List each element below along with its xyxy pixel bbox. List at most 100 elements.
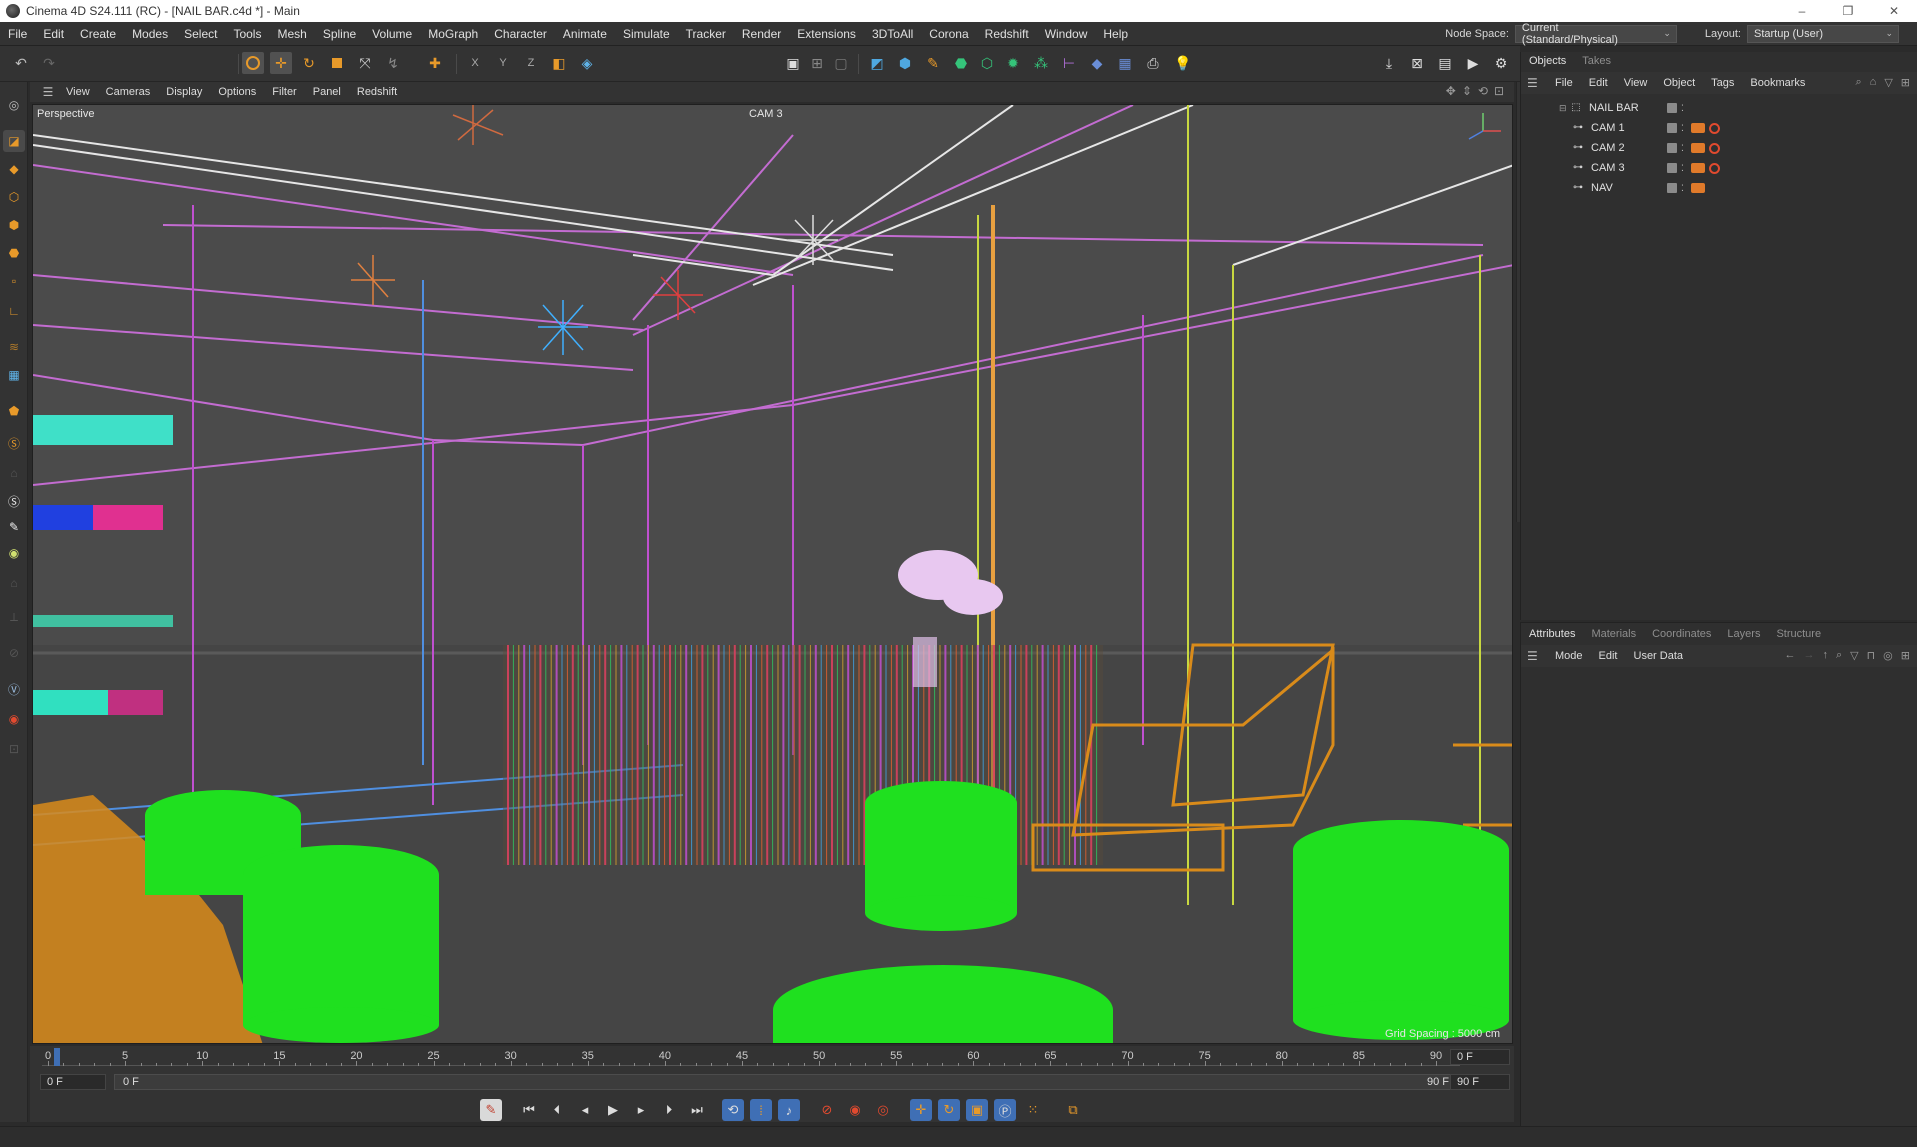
autokey-icon[interactable]: ◉ — [844, 1099, 866, 1121]
plugin-muted2-icon[interactable]: ⊘ — [3, 642, 25, 664]
sound-icon[interactable]: ♪ — [778, 1099, 800, 1121]
target-icon[interactable]: ◎ — [1883, 649, 1893, 662]
render-active-view-icon[interactable]: ▤ — [1434, 52, 1456, 74]
objects-menu-file[interactable]: File — [1547, 77, 1581, 89]
visibility-checkbox[interactable] — [1667, 163, 1677, 173]
viewport-menu-panel[interactable]: Panel — [305, 86, 349, 98]
keyframe-mode-icon[interactable]: ✎ — [480, 1099, 502, 1121]
filter-icon[interactable]: ▽ — [1884, 76, 1892, 89]
snap-icon[interactable]: ◈ — [576, 52, 598, 74]
plugin-s-icon[interactable]: Ⓢ — [3, 490, 25, 512]
cube-primitive-icon[interactable]: ⬢ — [894, 52, 916, 74]
mograph-effector-icon[interactable]: ⁂ — [1030, 52, 1052, 74]
spline-tool-icon[interactable]: ↯ — [382, 52, 404, 74]
edit-render-settings-icon[interactable]: ⚙ — [1490, 52, 1512, 74]
protection-tag-icon[interactable] — [1709, 162, 1720, 174]
menu-simulate[interactable]: Simulate — [615, 27, 678, 41]
search-icon[interactable]: ⌕ — [1836, 649, 1842, 662]
object-row-cam-1[interactable]: ⊶ CAM 1 ⁚ — [1571, 118, 1917, 138]
tab-coordinates[interactable]: Coordinates — [1644, 625, 1719, 643]
record-active-icon[interactable]: ⊘ — [816, 1099, 838, 1121]
coordinate-system-icon[interactable]: ◧ — [548, 52, 570, 74]
select-tool-icon[interactable] — [242, 52, 264, 74]
pla-key-icon[interactable]: ⁙ — [1022, 1099, 1044, 1121]
visibility-checkbox[interactable] — [1667, 103, 1677, 113]
sculpt-icon[interactable]: ⬟ — [3, 400, 25, 422]
menu-extensions[interactable]: Extensions — [789, 27, 864, 41]
tab-objects[interactable]: Objects — [1521, 52, 1574, 70]
lock-icon[interactable]: ⌂ — [3, 462, 25, 484]
texture-mode-icon[interactable]: ◆ — [3, 158, 25, 180]
menu-create[interactable]: Create — [72, 27, 124, 41]
menu-corona[interactable]: Corona — [921, 27, 976, 41]
go-to-start-icon[interactable]: ⏮ — [518, 1099, 540, 1121]
menu-mograph[interactable]: MoGraph — [420, 27, 486, 41]
attributes-menu-edit[interactable]: Edit — [1591, 650, 1626, 662]
new-window-icon[interactable]: ⊞ — [1901, 649, 1910, 662]
forward-arrow-icon[interactable]: → — [1803, 649, 1814, 662]
next-frame-icon[interactable]: ▸ — [630, 1099, 652, 1121]
next-key-icon[interactable]: ⏵ — [658, 1099, 680, 1121]
y-axis-icon[interactable]: Y — [492, 52, 514, 74]
new-window-icon[interactable]: ⊞ — [1901, 76, 1910, 89]
cube-object-icon[interactable]: ◩ — [866, 52, 888, 74]
make-editable-icon[interactable]: ◎ — [3, 94, 25, 116]
menu-edit[interactable]: Edit — [35, 27, 72, 41]
grid-toggle-icon[interactable]: ▦ — [3, 364, 25, 386]
previous-frame-icon[interactable]: ◂ — [574, 1099, 596, 1121]
viewport-menu-filter[interactable]: Filter — [264, 86, 304, 98]
menu-spline[interactable]: Spline — [315, 27, 364, 41]
timeline-playhead[interactable] — [54, 1048, 60, 1066]
extrude-icon[interactable]: ⬡ — [976, 52, 998, 74]
timeline-ruler[interactable]: 0 5 10 15 20 25 30 35 40 45 50 55 60 65 70 75 80 85 90 — [42, 1048, 1460, 1066]
pan-icon[interactable]: ✥ — [1446, 84, 1456, 98]
polygons-mode-icon[interactable]: ⬣ — [3, 242, 25, 264]
tab-materials[interactable]: Materials — [1583, 625, 1644, 643]
timeline-window-icon[interactable]: ⧉ — [1062, 1099, 1084, 1121]
play-icon[interactable]: ▶ — [602, 1099, 624, 1121]
render-dots[interactable]: ⁚ — [1681, 103, 1687, 113]
tab-takes[interactable]: Takes — [1574, 52, 1619, 70]
transform-tool-icon[interactable]: ⤧ — [354, 52, 376, 74]
camera-tag-icon[interactable] — [1691, 123, 1705, 133]
viewport-menu-display[interactable]: Display — [158, 86, 210, 98]
objects-menu-edit[interactable]: Edit — [1581, 77, 1616, 89]
plugin-last-icon[interactable]: ⊡ — [3, 738, 25, 760]
objects-menu-bookmarks[interactable]: Bookmarks — [1742, 77, 1813, 89]
brush-icon[interactable]: ✎ — [3, 516, 25, 538]
tab-layers[interactable]: Layers — [1719, 625, 1768, 643]
vray-icon[interactable]: Ⓥ — [3, 678, 25, 700]
layout-dropdown[interactable]: Startup (User) ⌄ — [1747, 25, 1899, 43]
render-dots[interactable]: ⁚ — [1681, 183, 1687, 193]
render-settings-icon[interactable]: ▢ — [830, 52, 852, 74]
back-arrow-icon[interactable]: ← — [1784, 649, 1795, 662]
up-arrow-icon[interactable]: ↑ — [1822, 649, 1828, 662]
floor-icon[interactable]: ▦ — [1114, 52, 1136, 74]
end-frame-top-field[interactable]: 0 F — [1450, 1049, 1510, 1065]
workplane-icon[interactable]: ∟ — [3, 300, 25, 322]
previous-key-icon[interactable]: ⏴ — [546, 1099, 568, 1121]
camera-tag-icon[interactable] — [1691, 183, 1705, 193]
visibility-checkbox[interactable] — [1667, 123, 1677, 133]
menu-3dtoall[interactable]: 3DToAll — [864, 27, 921, 41]
render-dots[interactable]: ⁚ — [1681, 163, 1687, 173]
go-to-end-icon[interactable]: ⏭ — [686, 1099, 708, 1121]
menu-file[interactable]: File — [0, 27, 35, 41]
close-button[interactable]: ✕ — [1871, 0, 1917, 22]
picture-viewer-icon[interactable]: ⊠ — [1406, 52, 1428, 74]
menu-mesh[interactable]: Mesh — [269, 27, 314, 41]
hamburger-icon[interactable]: ☰ — [1527, 76, 1547, 90]
hamburger-icon[interactable]: ☰ — [1527, 649, 1547, 663]
viewport-menu-redshift[interactable]: Redshift — [349, 86, 405, 98]
param-key-icon[interactable]: Ⓟ — [994, 1099, 1016, 1121]
preview-range-slider[interactable]: 0 F 90 F — [114, 1074, 1464, 1090]
menu-tools[interactable]: Tools — [225, 27, 269, 41]
menu-volume[interactable]: Volume — [364, 27, 420, 41]
camera-tag-icon[interactable] — [1691, 143, 1705, 153]
menu-select[interactable]: Select — [176, 27, 225, 41]
snap-settings-icon[interactable]: ≋ — [3, 336, 25, 358]
corona-icon[interactable]: ◉ — [3, 708, 25, 730]
render-dots[interactable]: ⁚ — [1681, 143, 1687, 153]
render-region-icon[interactable]: ▣ — [782, 52, 804, 74]
move-tool-icon[interactable]: ✛ — [270, 52, 292, 74]
